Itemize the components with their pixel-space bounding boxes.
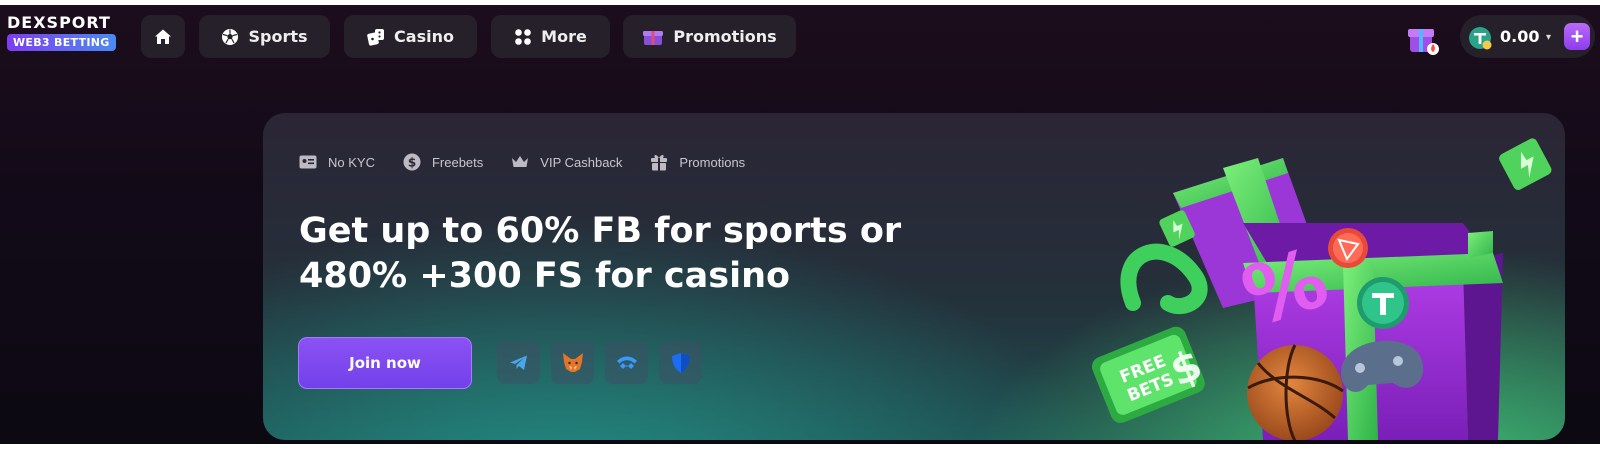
- feature-freebets: $ Freebets: [403, 153, 483, 171]
- balance-amount: 0.00: [1500, 27, 1540, 46]
- feature-list: No KYC $ Freebets VIP Cashback Promotion…: [299, 153, 745, 171]
- nav-promotions-label: Promotions: [673, 27, 777, 46]
- walletconnect-login-button[interactable]: [605, 341, 648, 384]
- promo-banner: No KYC $ Freebets VIP Cashback Promotion…: [263, 113, 1565, 440]
- nav-sports[interactable]: Sports: [199, 15, 330, 58]
- nav-more[interactable]: More: [491, 15, 610, 58]
- wallet-options: [497, 341, 702, 384]
- brand-badge: WEB3 BETTING: [7, 34, 116, 51]
- floating-ticket-right: [1499, 138, 1552, 190]
- feature-label: VIP Cashback: [540, 154, 623, 170]
- wallet-balance[interactable]: 0.00 ▾ +: [1460, 15, 1595, 58]
- promo-illustration: % FREE BETS $: [1091, 138, 1552, 440]
- nav-promotions[interactable]: Promotions: [623, 15, 796, 58]
- join-now-button[interactable]: Join now: [298, 337, 472, 389]
- rewards-gift-button[interactable]: [1406, 22, 1440, 56]
- tron-coin: [1328, 228, 1368, 268]
- grid-icon: [515, 28, 531, 45]
- dice-icon: [367, 28, 385, 46]
- banner-headline: Get up to 60% FB for sports or 480% +300…: [299, 209, 999, 299]
- id-card-icon: [299, 155, 317, 169]
- gift-icon: [651, 154, 668, 171]
- tether-coin: [1357, 277, 1409, 329]
- headline-line-2: 480% +300 FS for casino: [299, 256, 791, 296]
- telegram-login-button[interactable]: [497, 341, 540, 384]
- tether-icon: [1469, 27, 1492, 50]
- bottom-border: [0, 444, 1600, 450]
- svg-text:$: $: [408, 156, 416, 170]
- nav-casino-label: Casino: [394, 27, 454, 46]
- feature-vip-cashback: VIP Cashback: [511, 155, 622, 170]
- metamask-login-button[interactable]: [551, 341, 594, 384]
- feature-no-kyc: No KYC: [299, 155, 375, 170]
- nav-sports-label: Sports: [248, 27, 308, 46]
- walletconnect-icon: [616, 356, 637, 369]
- balance-caret-icon[interactable]: ▾: [1546, 32, 1551, 43]
- brand-logo[interactable]: DEXSPORT WEB3 BETTING: [7, 14, 127, 51]
- home-button[interactable]: [141, 15, 185, 58]
- basketball: [1247, 344, 1344, 440]
- crown-icon: [512, 156, 529, 167]
- feature-label: No KYC: [328, 154, 375, 170]
- nav-casino[interactable]: Casino: [344, 15, 477, 58]
- metamask-icon: [562, 352, 583, 372]
- trust-wallet-login-button[interactable]: [659, 341, 702, 384]
- brand-name: DEXSPORT: [7, 13, 111, 32]
- headline-line-1: Get up to 60% FB for sports or: [299, 211, 902, 251]
- telegram-icon: [509, 355, 527, 370]
- gift-box-icon: [643, 30, 664, 45]
- trust-wallet-icon: [671, 352, 690, 373]
- dollar-coin-icon: $: [403, 153, 421, 171]
- rewards-gift-icon: [1408, 29, 1439, 55]
- nav-more-label: More: [541, 27, 587, 46]
- deposit-button[interactable]: +: [1564, 23, 1590, 50]
- soccer-ball-icon: [222, 28, 239, 45]
- home-icon: [155, 29, 171, 44]
- feature-label: Freebets: [431, 154, 484, 170]
- free-bets-ticket: FREE BETS $: [1091, 326, 1209, 424]
- green-ribbon: [1120, 243, 1208, 315]
- feature-label: Promotions: [679, 154, 746, 170]
- feature-promotions: Promotions: [650, 153, 745, 171]
- top-header: DEXSPORT WEB3 BETTING Sports Casino More…: [0, 5, 1600, 65]
